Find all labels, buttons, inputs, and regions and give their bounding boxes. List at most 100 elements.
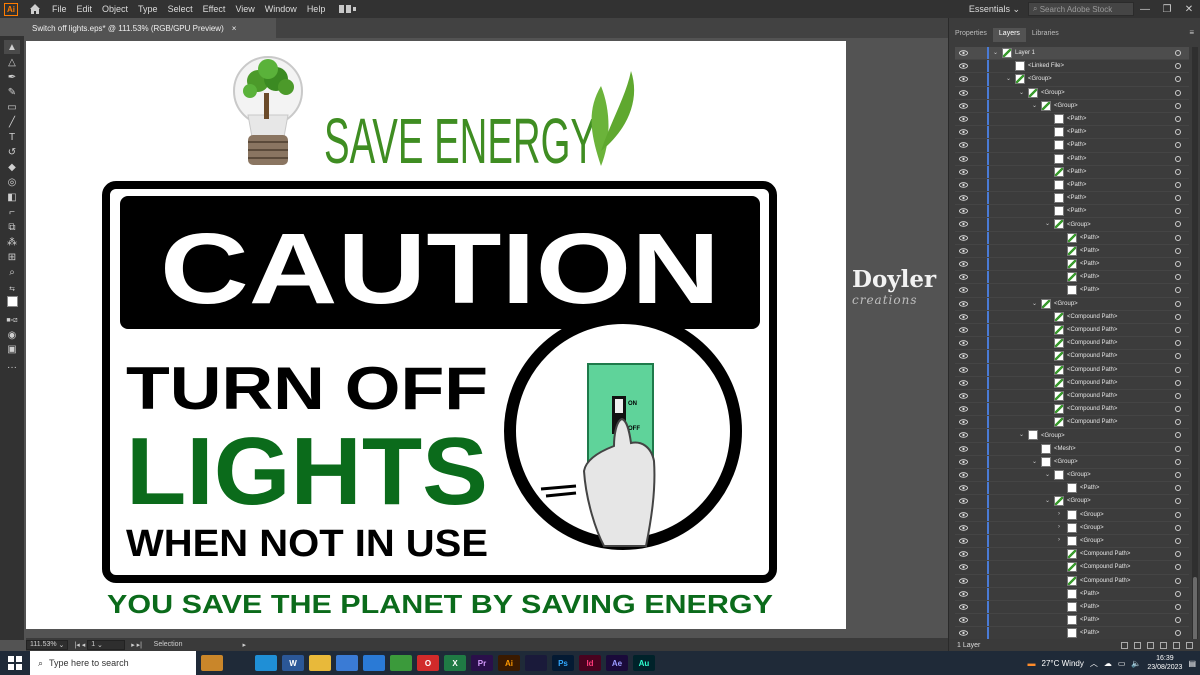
visibility-eye-icon[interactable] [959, 142, 968, 149]
layer-name[interactable]: <Path> [1080, 604, 1099, 610]
layer-row[interactable]: <Path> [955, 284, 1189, 298]
layer-row[interactable]: › <Group> [955, 534, 1189, 549]
visibility-eye-icon[interactable] [959, 274, 968, 280]
visibility-eye-icon[interactable] [959, 564, 968, 571]
shape-builder-tool-icon[interactable]: ◧ [4, 190, 20, 204]
show-hidden-icons[interactable]: ︿ [1090, 658, 1098, 669]
target-icon[interactable] [1175, 300, 1181, 307]
status-menu-arrow[interactable]: ▸ [242, 641, 246, 649]
tab-layers[interactable]: Layers [992, 28, 1026, 42]
media-encoder-icon[interactable] [525, 655, 547, 671]
target-icon[interactable] [1175, 366, 1181, 373]
target-icon[interactable] [1175, 195, 1181, 202]
indesign-icon[interactable]: Id [579, 655, 601, 671]
layer-name[interactable]: <Path> [1067, 208, 1086, 214]
new-sublayer-icon[interactable] [1160, 641, 1167, 649]
layer-row[interactable]: <Compound Path> [955, 561, 1189, 575]
target-icon[interactable] [1175, 537, 1181, 544]
task-view-icon[interactable] [228, 655, 250, 671]
target-icon[interactable] [1175, 168, 1181, 175]
layer-row[interactable]: ⌄ <Group> [955, 429, 1189, 443]
layer-name[interactable]: <Path> [1080, 261, 1099, 267]
target-icon[interactable] [1175, 208, 1181, 215]
mail-icon[interactable] [363, 655, 385, 671]
layer-row[interactable]: <Path> [955, 244, 1189, 258]
layer-name[interactable]: <Compound Path> [1067, 340, 1117, 346]
visibility-eye-icon[interactable] [959, 89, 968, 96]
layer-name[interactable]: <Path> [1080, 287, 1099, 293]
layer-row[interactable]: <Path> [955, 178, 1189, 193]
layer-row[interactable]: <Path> [955, 271, 1189, 285]
canvas-area[interactable]: SAVE ENERGY CAUTION TURN OFF LIGHTS WHEN… [26, 38, 948, 638]
illustrator-icon[interactable]: Ai [498, 655, 520, 671]
target-icon[interactable] [1175, 63, 1181, 70]
layer-name[interactable]: <Group> [1080, 538, 1104, 544]
file-explorer-icon[interactable] [309, 655, 331, 671]
draw-mode-icon[interactable]: ◉ [4, 328, 20, 342]
layer-row[interactable]: <Compound Path> [955, 363, 1189, 377]
layer-name[interactable]: <Compound Path> [1067, 367, 1117, 373]
visibility-eye-icon[interactable] [959, 221, 968, 228]
layer-name[interactable]: <Group> [1041, 433, 1065, 439]
layer-name[interactable]: <Group> [1054, 459, 1078, 465]
layer-name[interactable]: <Mesh> [1054, 446, 1076, 452]
document-tab[interactable]: Switch off lights.eps* @ 111.53% (RGB/GP… [26, 18, 276, 38]
target-icon[interactable] [1175, 406, 1181, 413]
layer-row[interactable]: ⌄ <Group> [955, 86, 1189, 100]
target-icon[interactable] [1175, 50, 1181, 56]
layer-row[interactable]: <Compound Path> [955, 574, 1189, 588]
home-icon[interactable] [28, 2, 42, 16]
visibility-eye-icon[interactable] [959, 195, 968, 201]
screen-mode-icon[interactable]: ▣ [4, 342, 20, 356]
expand-arrow-icon[interactable]: › [1058, 524, 1060, 530]
layer-row[interactable]: ⌄ <Group> [955, 455, 1189, 469]
layer-name[interactable]: <Group> [1067, 472, 1091, 478]
visibility-eye-icon[interactable] [959, 168, 968, 175]
clipping-mask-icon[interactable] [1147, 641, 1154, 649]
target-icon[interactable] [1175, 247, 1181, 254]
layer-row[interactable]: <Path> [955, 587, 1189, 601]
layer-name[interactable]: <Path> [1067, 182, 1086, 188]
layer-row[interactable]: ⌄ <Group> [955, 218, 1189, 232]
layer-row[interactable]: <Compound Path> [955, 337, 1189, 351]
more-tools-icon[interactable]: ··· [4, 360, 20, 374]
new-layer-icon[interactable] [1173, 641, 1180, 649]
visibility-eye-icon[interactable] [959, 577, 968, 584]
first-artboard-button[interactable]: |◂ [74, 641, 79, 649]
visibility-eye-icon[interactable] [959, 261, 968, 267]
visibility-eye-icon[interactable] [959, 234, 968, 241]
start-button[interactable] [0, 656, 30, 670]
collapse-arrow-icon[interactable]: ⌄ [1019, 431, 1024, 438]
expand-arrow-icon[interactable]: › [1058, 511, 1060, 517]
edge-icon[interactable] [255, 655, 277, 671]
export-icon[interactable] [1121, 641, 1128, 649]
target-icon[interactable] [1175, 458, 1181, 465]
visibility-eye-icon[interactable] [959, 379, 968, 386]
visibility-eye-icon[interactable] [959, 366, 968, 373]
visibility-eye-icon[interactable] [959, 419, 968, 425]
layer-row[interactable]: <Compound Path> [955, 416, 1189, 430]
layer-row[interactable]: <Path> [955, 600, 1189, 615]
menu-view[interactable]: View [235, 4, 254, 14]
layer-row[interactable]: <Linked File> [955, 60, 1189, 74]
visibility-eye-icon[interactable] [959, 50, 968, 56]
target-icon[interactable] [1175, 630, 1181, 637]
visibility-eye-icon[interactable] [959, 116, 968, 122]
clock[interactable]: 16:39 23/08/2023 [1147, 654, 1182, 672]
layer-row[interactable]: <Path> [955, 139, 1189, 153]
target-icon[interactable] [1175, 511, 1181, 518]
layer-name[interactable]: <Path> [1080, 485, 1099, 491]
target-icon[interactable] [1175, 432, 1181, 439]
layer-name[interactable]: <Path> [1067, 129, 1086, 135]
layer-row[interactable]: <Mesh> [955, 442, 1189, 456]
layer-name[interactable]: <Path> [1067, 156, 1086, 162]
collapse-arrow-icon[interactable]: ⌄ [1006, 75, 1011, 82]
layer-name[interactable]: <Path> [1067, 116, 1086, 122]
layer-name[interactable]: <Group> [1080, 525, 1104, 531]
audition-icon[interactable]: Au [633, 655, 655, 671]
visibility-eye-icon[interactable] [959, 485, 968, 491]
visibility-eye-icon[interactable] [959, 208, 968, 214]
layers-scrollbar[interactable] [1192, 47, 1198, 647]
layer-row[interactable]: <Path> [955, 231, 1189, 245]
layer-row[interactable]: <Path> [955, 258, 1189, 272]
